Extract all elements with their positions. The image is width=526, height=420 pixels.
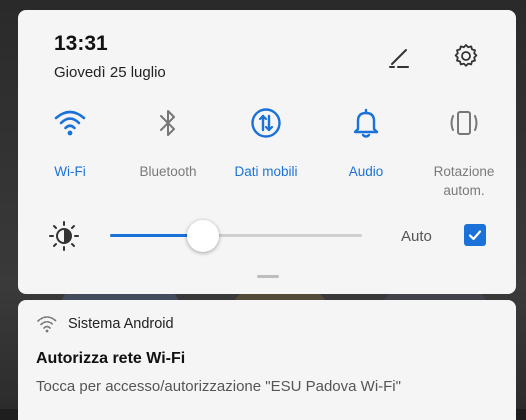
notification-body: Tocca per accesso/autorizzazione "ESU Pa… bbox=[36, 378, 401, 395]
tile-audio[interactable]: Audio bbox=[316, 102, 416, 181]
tile-mobile-data[interactable]: Dati mobili bbox=[216, 102, 316, 181]
tile-label: Audio bbox=[348, 164, 384, 179]
wifi-icon bbox=[36, 314, 58, 334]
wifi-icon bbox=[20, 102, 120, 144]
rotation-icon bbox=[414, 102, 514, 144]
tile-rotation[interactable]: Rotazione autom. bbox=[414, 102, 514, 200]
bluetooth-icon bbox=[118, 102, 218, 144]
brightness-icon bbox=[46, 218, 82, 254]
clock-date: Giovedì 25 luglio bbox=[54, 64, 166, 81]
edit-icon[interactable] bbox=[382, 42, 414, 74]
tile-label: Dati mobili bbox=[234, 164, 298, 179]
bell-icon bbox=[316, 102, 416, 144]
tile-label: Rotazione autom. bbox=[433, 164, 495, 198]
tile-label: Bluetooth bbox=[139, 164, 197, 179]
notification-title: Autorizza rete Wi-Fi bbox=[36, 350, 186, 367]
gear-icon[interactable] bbox=[450, 40, 482, 72]
notification-card[interactable]: Sistema Android Autorizza rete Wi-Fi Toc… bbox=[18, 300, 516, 420]
tile-wifi[interactable]: Wi-Fi bbox=[20, 102, 120, 181]
brightness-slider[interactable] bbox=[110, 220, 362, 252]
quick-settings-panel: 13:31 Giovedì 25 luglio Wi-Fi Bluetooth … bbox=[18, 10, 516, 294]
tile-label: Wi-Fi bbox=[54, 164, 86, 179]
slider-thumb[interactable] bbox=[187, 220, 219, 252]
auto-brightness-checkbox[interactable] bbox=[464, 224, 486, 246]
tile-bluetooth[interactable]: Bluetooth bbox=[118, 102, 218, 181]
notification-app-name: Sistema Android bbox=[68, 316, 174, 332]
mobile-data-icon bbox=[216, 102, 316, 144]
auto-brightness-label: Auto bbox=[401, 228, 432, 245]
clock-time: 13:31 bbox=[54, 32, 108, 55]
drag-handle[interactable] bbox=[257, 275, 279, 278]
check-icon bbox=[468, 230, 482, 241]
